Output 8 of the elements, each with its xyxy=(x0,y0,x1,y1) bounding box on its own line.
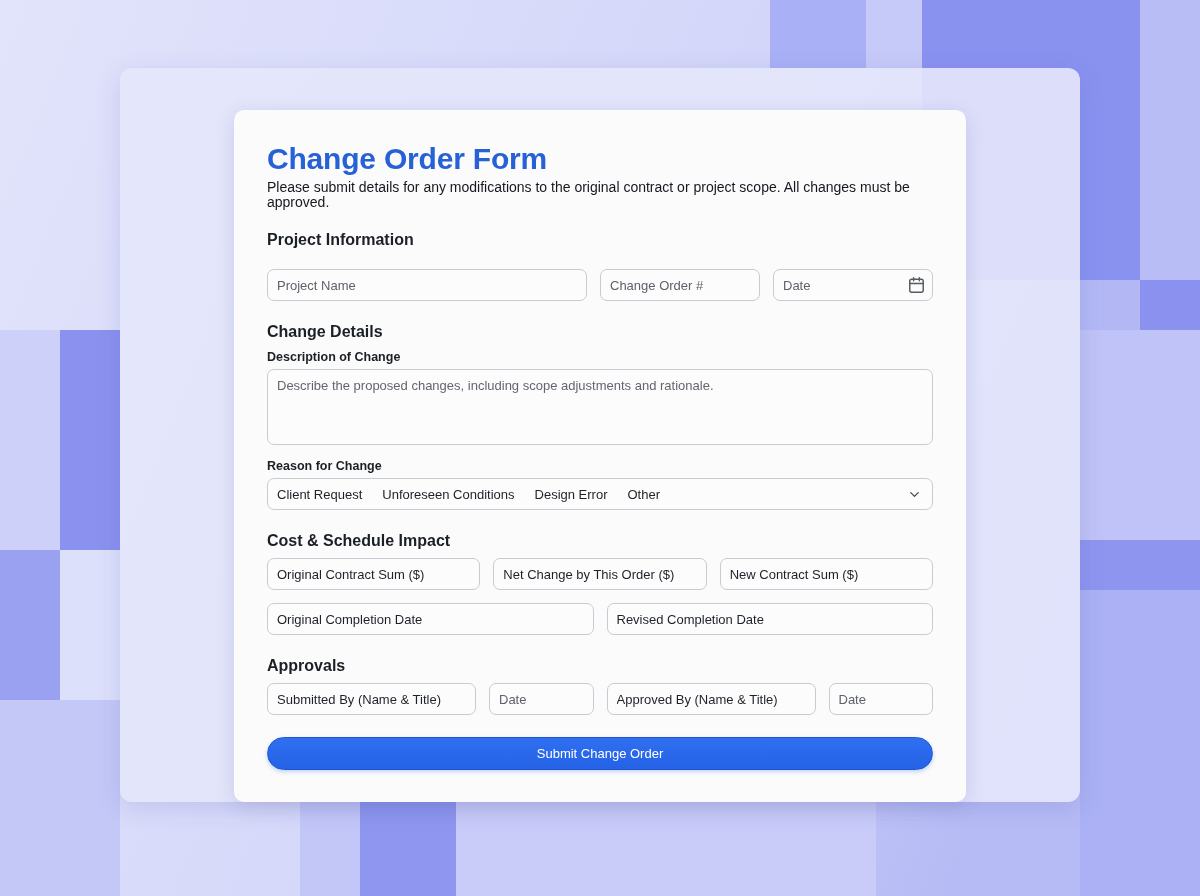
field-label: Description of Change xyxy=(267,349,401,365)
section-heading: Change Details xyxy=(267,322,383,342)
section-heading: Cost & Schedule Impact xyxy=(267,531,451,551)
section-heading: Project Information xyxy=(267,230,414,250)
field-label: Reason for Change xyxy=(267,458,382,474)
section-heading: Approvals xyxy=(267,656,346,676)
form-title: Change Order Form xyxy=(267,141,547,177)
form-description: Please submit details for any modifications to the original contract or project scope. All changes must be approved. xyxy=(267,180,911,210)
